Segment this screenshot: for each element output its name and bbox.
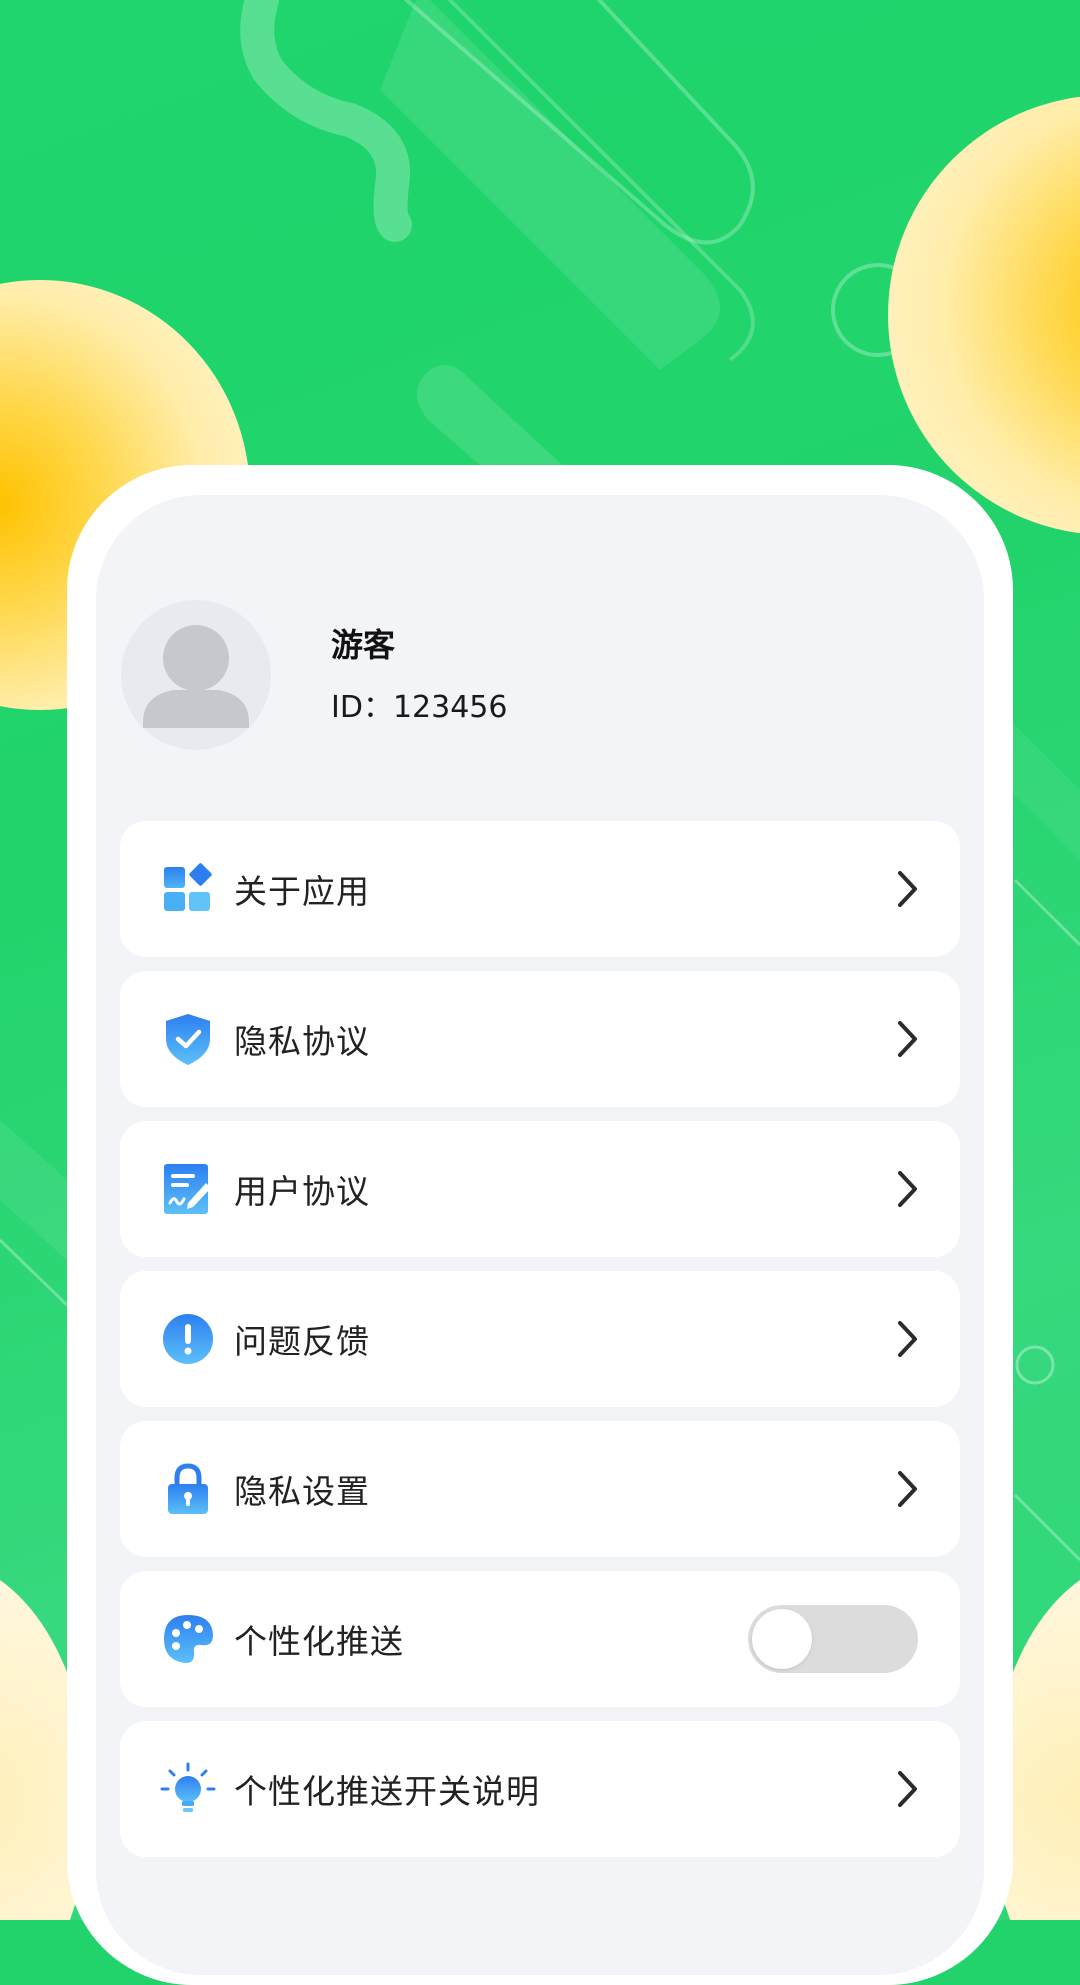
menu-label: 用户协议 (234, 1172, 370, 1211)
menu-label: 个性化推送 (234, 1622, 404, 1661)
chevron-right-icon (898, 1021, 917, 1057)
menu-item-privacy-policy[interactable]: 隐私协议 (120, 971, 960, 1107)
chevron-right-icon (898, 1321, 917, 1357)
menu-item-feedback[interactable]: 问题反馈 (120, 1271, 960, 1407)
profile-header[interactable]: 游客 ID：123456 (121, 600, 961, 750)
lock-icon (168, 1463, 208, 1514)
lightbulb-icon (160, 1762, 216, 1812)
menu-label: 个性化推送开关说明 (234, 1772, 540, 1811)
personalized-push-toggle[interactable] (748, 1605, 918, 1673)
menu-item-push-explanation[interactable]: 个性化推送开关说明 (120, 1721, 960, 1857)
exclamation-icon (163, 1314, 213, 1364)
menu-item-privacy-settings[interactable]: 隐私设置 (120, 1421, 960, 1557)
user-id: ID：123456 (331, 690, 508, 725)
document-sign-icon (164, 1164, 211, 1214)
user-name: 游客 (331, 626, 396, 664)
menu-item-about-app[interactable]: 关于应用 (120, 821, 960, 957)
default-user-icon (143, 625, 249, 728)
menu-label: 关于应用 (234, 872, 370, 911)
menu-item-personalized-push: 个性化推送 (120, 1571, 960, 1707)
menu-label: 隐私设置 (234, 1472, 370, 1511)
menu-label: 隐私协议 (234, 1022, 370, 1061)
menu-item-user-agreement[interactable]: 用户协议 (120, 1121, 960, 1257)
shield-check-icon (166, 1014, 210, 1065)
chevron-right-icon (898, 871, 917, 907)
menu-label: 问题反馈 (234, 1322, 370, 1361)
chevron-right-icon (898, 1771, 917, 1807)
apps-icon (164, 863, 212, 911)
avatar[interactable] (121, 600, 271, 750)
palette-icon (164, 1615, 213, 1663)
toggle-knob (752, 1609, 812, 1669)
chevron-right-icon (898, 1171, 917, 1207)
chevron-right-icon (898, 1471, 917, 1507)
settings-screen: 游客 ID：123456 关于应用 隐私协议 用户协议 问题反馈 隐私设置 个性… (96, 495, 984, 1975)
